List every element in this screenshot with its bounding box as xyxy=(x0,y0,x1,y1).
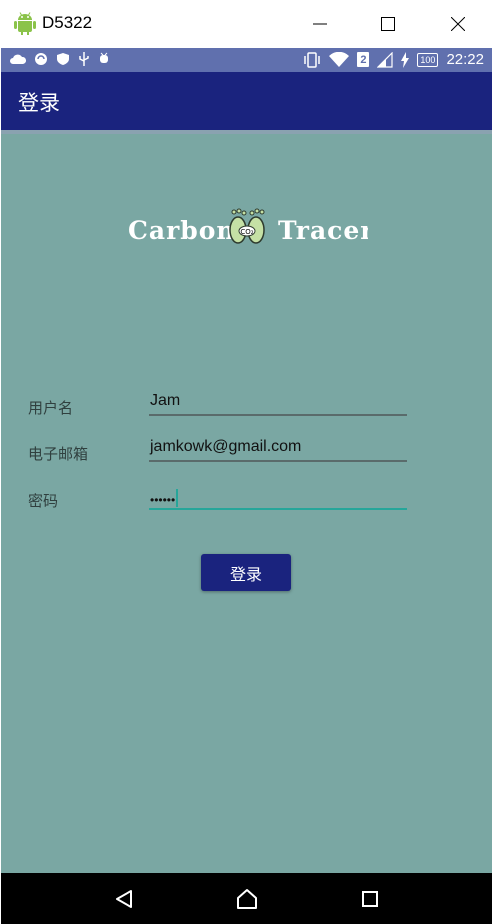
password-input[interactable]: •••••• xyxy=(149,484,407,510)
email-label: 电子邮箱 xyxy=(28,445,89,463)
cloud-icon xyxy=(10,54,26,64)
divider xyxy=(1,130,492,134)
usb-icon xyxy=(79,52,89,66)
battery-icon: 100 xyxy=(417,52,439,67)
android-icon xyxy=(14,12,36,35)
wifi-icon xyxy=(329,51,350,67)
back-icon[interactable] xyxy=(111,886,137,912)
svg-text:Tracer: Tracer xyxy=(278,216,368,245)
email-input[interactable]: jamkowk@gmail.com xyxy=(149,436,407,462)
signal-icon xyxy=(377,51,394,68)
login-button[interactable]: 登录 xyxy=(201,554,291,591)
page-title: 登录 xyxy=(18,91,60,115)
minimize-button[interactable] xyxy=(285,0,355,48)
password-underline xyxy=(149,508,407,510)
username-input[interactable]: Jam xyxy=(149,390,407,416)
recents-icon[interactable] xyxy=(357,886,383,912)
window-title: D5322 xyxy=(42,13,93,32)
minimize-icon xyxy=(313,23,327,25)
close-button[interactable] xyxy=(423,0,493,48)
text-cursor xyxy=(176,489,179,507)
sync-icon xyxy=(35,53,47,65)
navigation-bar xyxy=(1,873,492,924)
password-value: •••••• xyxy=(150,493,176,507)
close-icon xyxy=(451,17,465,31)
vibrate-icon xyxy=(304,51,321,68)
sim-icon: 2 xyxy=(357,52,370,67)
debug-icon xyxy=(100,52,108,63)
window-title-bar: D5322 xyxy=(0,0,493,48)
maximize-button[interactable] xyxy=(353,0,423,48)
svg-text:Carbon: Carbon xyxy=(128,216,236,245)
maximize-icon xyxy=(381,17,395,31)
email-value: jamkowk@gmail.com xyxy=(150,438,302,455)
home-icon[interactable] xyxy=(234,886,260,912)
carbon-tracer-logo: Carbon CO₂ Tracer xyxy=(128,208,368,245)
password-label: 密码 xyxy=(28,492,59,510)
username-label: 用户名 xyxy=(28,399,74,417)
charging-icon xyxy=(401,51,410,68)
shield-icon xyxy=(57,53,69,65)
status-time: 22:22 xyxy=(446,51,484,68)
username-underline xyxy=(149,414,407,416)
footprint-icon: CO₂ xyxy=(229,208,265,244)
svg-text:CO₂: CO₂ xyxy=(240,228,253,236)
status-bar: 2 100 22:22 xyxy=(1,48,492,72)
app-bar: 登录 xyxy=(1,72,492,130)
email-underline xyxy=(149,460,407,462)
username-value: Jam xyxy=(150,392,181,409)
